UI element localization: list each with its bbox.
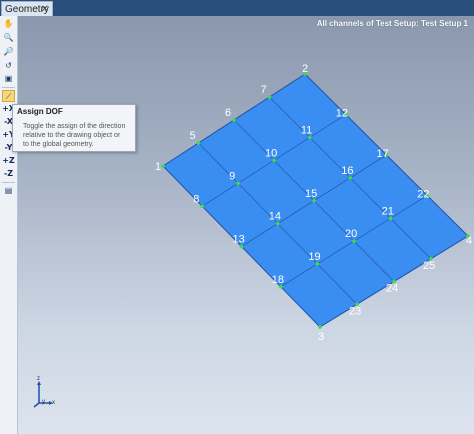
node-label: 20 xyxy=(345,228,357,240)
node-label: 1 xyxy=(155,161,161,173)
tooltip-description: Toggle the assign of the direction relat… xyxy=(17,122,131,149)
node-label: 21 xyxy=(382,205,394,217)
node-label: 10 xyxy=(265,147,277,159)
axis-z-label: z xyxy=(37,376,40,382)
node-label: 11 xyxy=(301,124,312,136)
mesh-node[interactable] xyxy=(200,204,205,209)
tooltip-line-1: Toggle the assign of the direction xyxy=(23,123,126,130)
node-label: 24 xyxy=(386,283,398,295)
node-label: 22 xyxy=(417,189,429,201)
node-label: 4 xyxy=(466,235,472,247)
node-label: 13 xyxy=(233,234,245,246)
node-label: 12 xyxy=(336,108,348,120)
node-label: 16 xyxy=(341,165,353,177)
tooltip-line-3: to the global geometry. xyxy=(23,141,94,148)
node-label: 5 xyxy=(190,130,196,142)
assign-dof-tooltip: Assign DOF Toggle the assign of the dire… xyxy=(12,104,136,152)
tooltip-title: Assign DOF xyxy=(17,107,63,116)
axis-x-label: x xyxy=(52,400,55,406)
node-label: 9 xyxy=(229,170,235,182)
node-label: 23 xyxy=(349,305,361,317)
node-label: 19 xyxy=(308,251,320,263)
mesh-node[interactable] xyxy=(267,95,272,99)
node-label: 7 xyxy=(261,84,267,96)
node-label: 2 xyxy=(302,63,308,75)
axis-triad: z y x xyxy=(28,376,58,410)
node-label: 17 xyxy=(377,148,389,160)
mesh-node[interactable] xyxy=(236,181,240,186)
mesh-node[interactable] xyxy=(318,325,322,329)
node-label: 14 xyxy=(269,211,281,223)
node-label: 8 xyxy=(193,193,199,205)
axis-y-label: y xyxy=(42,399,45,405)
node-label: 6 xyxy=(225,107,231,119)
mesh-node[interactable] xyxy=(161,164,165,168)
geometry-mesh[interactable]: 1567289101112131415161718192021223232425… xyxy=(0,0,474,434)
node-label: 25 xyxy=(423,260,435,272)
node-label: 18 xyxy=(272,274,284,286)
tooltip-line-2: relative to the drawing object or xyxy=(23,132,121,139)
mesh-node[interactable] xyxy=(232,118,236,122)
mesh-node[interactable] xyxy=(196,141,201,145)
node-label: 3 xyxy=(318,331,324,343)
node-label: 15 xyxy=(305,188,317,200)
